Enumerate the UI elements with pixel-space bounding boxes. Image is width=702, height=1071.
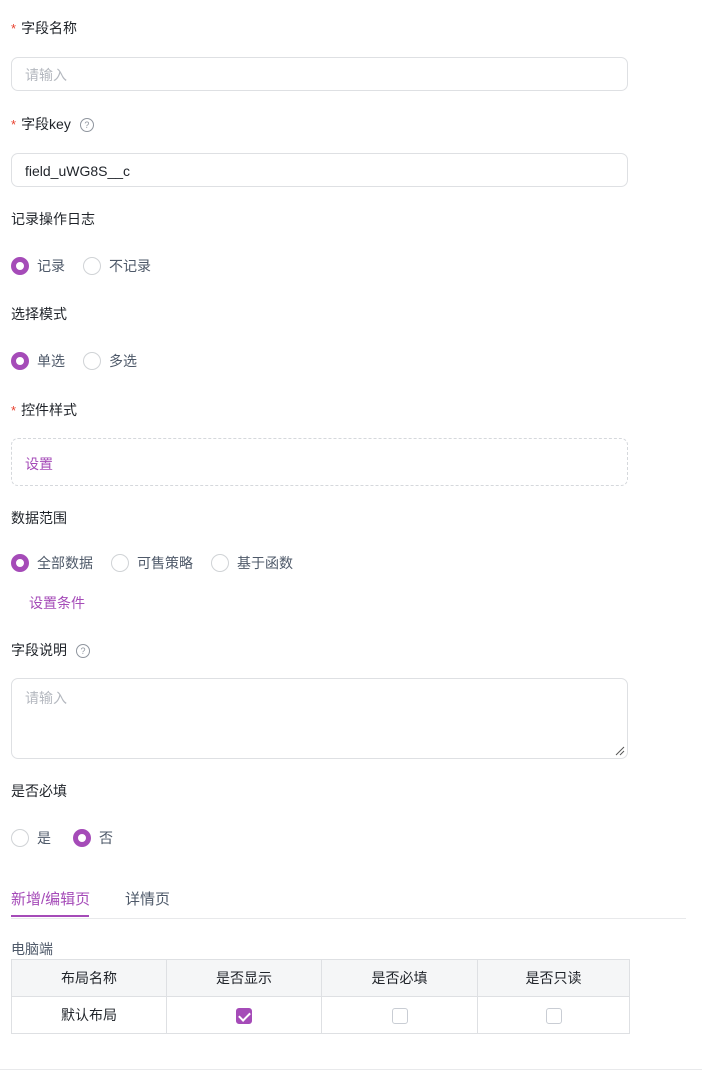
radio-by-function[interactable]: 基于函数 [211, 553, 293, 573]
required-mark: * [11, 403, 17, 418]
radio-all-data[interactable]: 全部数据 [11, 553, 93, 573]
radio-multiple[interactable]: 多选 [83, 351, 137, 371]
operation-log-radio-group: 记录 不记录 [11, 256, 169, 276]
resize-handle-icon[interactable] [615, 746, 625, 756]
required-field-label: 是否必填 [11, 783, 67, 799]
radio-no-record[interactable]: 不记录 [83, 256, 151, 276]
required-field-radio-group: 是 否 [11, 828, 131, 848]
field-key-label: * 字段key? [11, 114, 94, 134]
radio-checked-icon [11, 352, 29, 370]
required-mark: * [11, 117, 17, 132]
radio-yes[interactable]: 是 [11, 828, 51, 848]
field-desc-label: 字段说明? [11, 640, 90, 660]
bottom-divider [0, 1069, 702, 1070]
column-header: 是否显示 [166, 959, 322, 997]
radio-unchecked-icon [83, 352, 101, 370]
field-name-input[interactable]: 请输入 [11, 57, 628, 91]
radio-sale-policy[interactable]: 可售策略 [111, 553, 193, 573]
operation-log-label: 记录操作日志 [11, 211, 95, 227]
radio-checked-icon [73, 829, 91, 847]
field-key-input[interactable]: field_uWG8S__c [11, 153, 628, 187]
column-header: 是否只读 [477, 959, 630, 997]
tab-detail[interactable]: 详情页 [125, 888, 170, 909]
radio-checked-icon [11, 257, 29, 275]
control-style-box: 设置 [11, 438, 628, 486]
layout-name-cell: 默认布局 [11, 996, 167, 1034]
control-style-label: * 控件样式 [11, 402, 78, 418]
radio-single[interactable]: 单选 [11, 351, 65, 371]
radio-unchecked-icon [11, 829, 29, 847]
set-condition-link[interactable]: 设置条件 [29, 593, 85, 613]
field-desc-textarea[interactable]: 请输入 [11, 678, 628, 759]
checkbox-show[interactable] [236, 1007, 252, 1024]
radio-no[interactable]: 否 [73, 828, 113, 848]
field-key-value: field_uWG8S__c [25, 163, 131, 179]
page-tabs: 新增/编辑页 详情页 [11, 882, 686, 919]
select-mode-radio-group: 单选 多选 [11, 351, 155, 371]
tab-add-edit[interactable]: 新增/编辑页 [11, 888, 90, 909]
checkbox-readonly[interactable] [545, 1007, 562, 1024]
column-header: 是否必填 [321, 959, 478, 997]
radio-unchecked-icon [83, 257, 101, 275]
field-name-placeholder: 请输入 [25, 67, 67, 83]
required-mark: * [11, 21, 17, 36]
radio-checked-icon [11, 554, 29, 572]
show-cell [166, 996, 322, 1034]
help-icon[interactable]: ? [79, 118, 94, 132]
field-desc-placeholder: 请输入 [25, 690, 67, 706]
active-tab-indicator [11, 915, 89, 917]
help-icon[interactable]: ? [76, 644, 90, 658]
section-title-desktop: 电脑端 [11, 941, 53, 957]
layout-table: 布局名称 是否显示 是否必填 是否只读 默认布局 [11, 959, 630, 1034]
table-header-row: 布局名称 是否显示 是否必填 是否只读 [11, 959, 630, 997]
radio-unchecked-icon [211, 554, 229, 572]
control-style-setting-link[interactable]: 设置 [25, 454, 53, 474]
radio-record[interactable]: 记录 [11, 256, 65, 276]
required-cell [321, 996, 478, 1034]
field-name-label: * 字段名称 [11, 20, 78, 36]
data-range-radio-group: 全部数据 可售策略 基于函数 [11, 553, 311, 573]
data-range-label: 数据范围 [11, 510, 67, 526]
readonly-cell [477, 996, 630, 1034]
checkbox-required[interactable] [391, 1007, 408, 1024]
table-row: 默认布局 [11, 996, 630, 1034]
column-header: 布局名称 [11, 959, 167, 997]
select-mode-label: 选择模式 [11, 306, 67, 322]
radio-unchecked-icon [111, 554, 129, 572]
